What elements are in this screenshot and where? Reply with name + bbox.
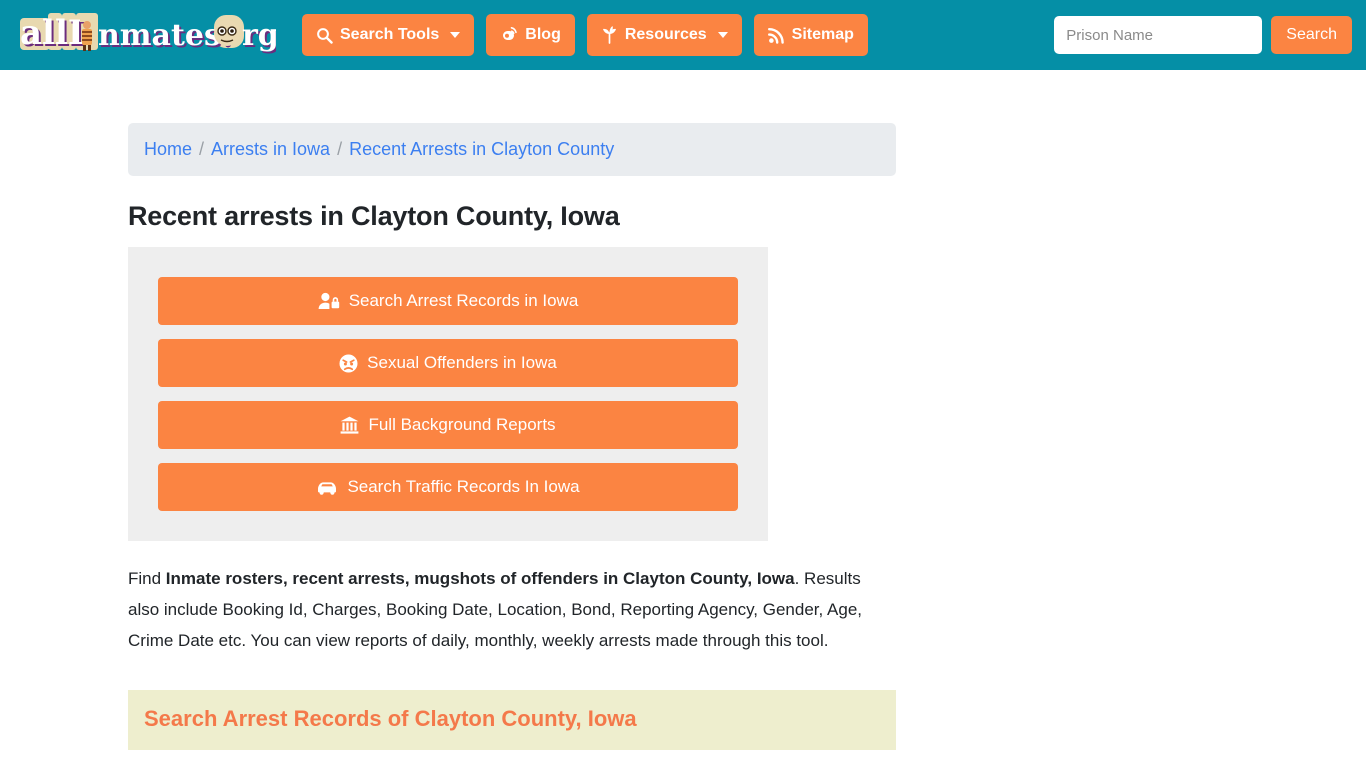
breadcrumb-item-arrests-in-iowa[interactable]: Arrests in Iowa xyxy=(211,139,330,160)
user-lock-icon xyxy=(318,292,340,310)
intro-bold: Inmate rosters, recent arrests, mugshots… xyxy=(165,569,795,588)
breadcrumb-item-current[interactable]: Recent Arrests in Clayton County xyxy=(349,139,614,160)
breadcrumb-item-home[interactable]: Home xyxy=(144,139,192,160)
angry-face-icon xyxy=(339,354,358,373)
chevron-down-icon xyxy=(450,32,461,38)
intro-paragraph: Find Inmate rosters, recent arrests, mug… xyxy=(128,563,888,656)
svg-text:rg: rg xyxy=(242,18,276,53)
nav-button-blog[interactable]: Blog xyxy=(486,14,575,56)
rss-icon xyxy=(767,27,785,44)
breadcrumb-separator: / xyxy=(199,139,205,159)
header-search: Search xyxy=(1054,16,1352,54)
nav-button-label: Blog xyxy=(525,26,561,43)
nav-button-resources[interactable]: Resources xyxy=(586,14,742,56)
nav-button-label: Search Tools xyxy=(340,26,440,43)
nav-button-label: Sitemap xyxy=(791,26,854,43)
button-label: Sexual Offenders in Iowa xyxy=(367,353,557,372)
page-body: Home / Arrests in Iowa / Recent Arrests … xyxy=(0,70,1366,750)
content-container: Home / Arrests in Iowa / Recent Arrests … xyxy=(128,123,896,750)
nav-button-sitemap[interactable]: Sitemap xyxy=(753,14,868,56)
blogger-icon xyxy=(500,26,518,44)
page-title: Recent arrests in Clayton County, Iowa xyxy=(128,201,620,231)
action-buttons-panel: Search Arrest Records in Iowa Sexual Off… xyxy=(128,247,768,541)
landmark-icon xyxy=(340,416,359,434)
search-arrest-records-button[interactable]: Search Arrest Records in Iowa xyxy=(158,277,738,325)
nav-button-search-tools[interactable]: Search Tools xyxy=(302,14,475,56)
leaf-icon xyxy=(601,26,618,44)
search-traffic-records-button[interactable]: Search Traffic Records In Iowa xyxy=(158,463,738,511)
button-label: Search Traffic Records In Iowa xyxy=(347,477,580,496)
breadcrumb-separator: / xyxy=(337,139,343,159)
full-background-reports-button[interactable]: Full Background Reports xyxy=(158,401,738,449)
section-heading-search-arrest-records: Search Arrest Records of Clayton County,… xyxy=(128,690,896,750)
svg-text:allI: allI xyxy=(20,13,84,53)
sexual-offenders-button[interactable]: Sexual Offenders in Iowa xyxy=(158,339,738,387)
chevron-down-icon xyxy=(717,32,728,38)
nav-button-label: Resources xyxy=(624,26,707,43)
button-label: Search Arrest Records in Iowa xyxy=(348,291,579,310)
site-logo[interactable]: allI allI nmates. nmates. rg rg xyxy=(18,12,276,58)
site-header: allI allI nmates. nmates. rg rg Search T… xyxy=(0,0,1366,70)
car-icon xyxy=(316,479,338,495)
search-submit-button[interactable]: Search xyxy=(1271,16,1352,54)
search-icon xyxy=(316,27,333,44)
main-navigation: Search Tools Blog Resources Sitemap xyxy=(302,14,868,56)
breadcrumb: Home / Arrests in Iowa / Recent Arrests … xyxy=(128,123,896,176)
button-label: Full Background Reports xyxy=(368,415,556,434)
intro-part-1: Find xyxy=(128,569,166,588)
svg-text:nmates.: nmates. xyxy=(98,18,231,53)
search-input[interactable] xyxy=(1054,16,1263,54)
